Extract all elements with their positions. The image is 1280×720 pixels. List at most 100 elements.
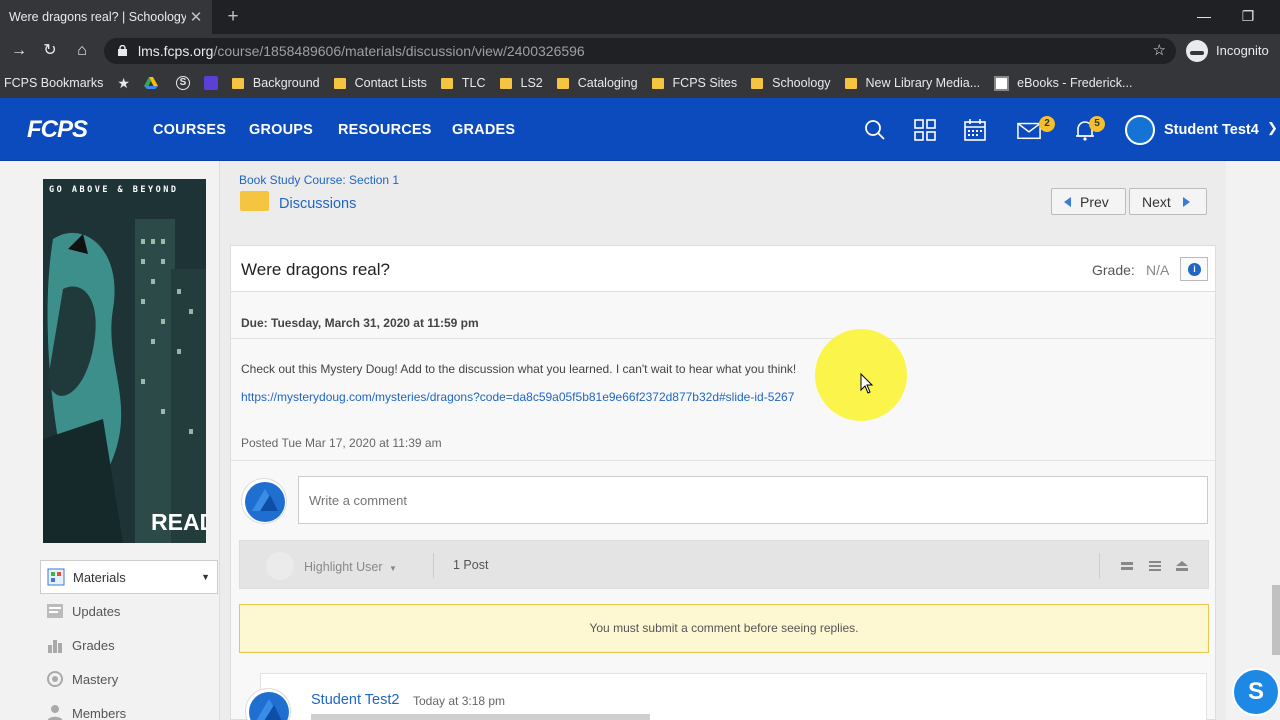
bookmark-background[interactable]: Background: [231, 76, 320, 90]
course-sidebar: Materials ▼ Updates Grades Mastery Membe…: [40, 560, 218, 720]
url-path: /course/1858489606/materials/discussion/…: [213, 43, 585, 59]
reply-author[interactable]: Student Test2: [311, 692, 399, 708]
mail-badge: 2: [1039, 116, 1055, 132]
bookmark-ls2[interactable]: LS2: [499, 76, 543, 90]
due-date: Due: Tuesday, March 31, 2020 at 11:59 pm: [241, 316, 479, 330]
bookmark-tlc[interactable]: TLC: [440, 76, 486, 90]
lock-icon: [118, 45, 127, 56]
main-content: Book Study Course: Section 1 Discussions…: [219, 161, 1226, 720]
avatar: [241, 478, 287, 524]
google-drive-icon[interactable]: [143, 76, 162, 90]
bookmark-star-icon[interactable]: ☆: [1153, 38, 1166, 64]
poster-read-text: READ: [151, 509, 206, 535]
star-icon[interactable]: ★: [117, 75, 130, 92]
arrow-right-icon: [1182, 196, 1190, 207]
schoology-s-icon[interactable]: S: [175, 76, 190, 90]
highlight-user-dropdown[interactable]: Highlight User ▼: [304, 560, 397, 574]
nav-courses[interactable]: COURSES: [153, 122, 226, 138]
comment-input[interactable]: [298, 476, 1208, 524]
sidebar-item-label: Mastery: [72, 671, 119, 687]
grades-icon: [48, 640, 62, 653]
nav-grades[interactable]: GRADES: [452, 122, 515, 138]
poster-top-text: GO ABOVE & BEYOND: [49, 185, 179, 195]
incognito-badge[interactable]: Incognito: [1186, 40, 1269, 62]
sidebar-item-label: Materials: [73, 569, 126, 585]
minimize-icon[interactable]: —: [1186, 6, 1222, 26]
nav-resources[interactable]: RESOURCES: [338, 122, 432, 138]
incognito-label: Incognito: [1216, 43, 1269, 58]
app-icon[interactable]: [203, 76, 218, 90]
incognito-icon: [1186, 40, 1208, 62]
discussion-card: Were dragons real? Grade: N/A i Due: Tue…: [230, 245, 1217, 720]
caret-down-icon: ▼: [389, 564, 397, 573]
sidebar-item-mastery[interactable]: Mastery: [40, 662, 218, 696]
next-button[interactable]: Next: [1129, 188, 1207, 215]
collapsed-view-icon[interactable]: [1121, 561, 1133, 571]
page-scrollbar[interactable]: [1272, 585, 1280, 655]
post-count: 1 Post: [453, 558, 489, 572]
list-view-icon[interactable]: [1149, 561, 1161, 571]
forward-icon[interactable]: →: [8, 41, 30, 61]
search-icon[interactable]: [863, 118, 887, 142]
materials-icon: [47, 568, 65, 586]
discussion-body: Check out this Mystery Doug! Add to the …: [241, 362, 797, 376]
bookmark-new-library-media[interactable]: New Library Media...: [844, 76, 980, 90]
bookmark-schoology[interactable]: Schoology: [751, 76, 831, 90]
folder-icon: [499, 77, 512, 89]
folder-icon: [440, 77, 453, 89]
reply-time: Today at 3:18 pm: [413, 694, 506, 708]
course-poster-image: GO ABOVE & BEYOND READ: [43, 179, 206, 543]
url-host: lms.fcps.org: [138, 43, 214, 59]
apps-grid-icon[interactable]: [913, 118, 937, 142]
address-bar[interactable]: lms.fcps.org/course/1858489606/materials…: [104, 38, 1176, 64]
chevron-down-icon[interactable]: ❯: [1267, 120, 1278, 136]
browser-tab[interactable]: Were dragons real? | Schoology ✕: [0, 0, 212, 34]
new-tab-icon[interactable]: +: [222, 6, 244, 28]
reload-icon[interactable]: ↻: [39, 41, 61, 61]
bookmark-contact-lists[interactable]: Contact Lists: [333, 76, 427, 90]
schoology-help-button[interactable]: S: [1232, 668, 1280, 716]
mastery-icon: [47, 671, 63, 687]
notification-badge: 5: [1089, 116, 1105, 132]
nav-groups[interactable]: GROUPS: [249, 122, 313, 138]
sidebar-item-updates[interactable]: Updates: [40, 594, 218, 628]
folder-icon: [751, 77, 764, 89]
mystery-doug-link[interactable]: https://mysterydoug.com/mysteries/dragon…: [241, 390, 794, 404]
user-avatar[interactable]: [1125, 115, 1155, 145]
folder-icon: [844, 77, 857, 89]
divider: [433, 553, 434, 578]
expand-view-icon[interactable]: [1176, 561, 1188, 571]
divider: [1099, 553, 1100, 578]
discussion-toolbar: Highlight User ▼ 1 Post: [239, 540, 1209, 589]
info-button[interactable]: i: [1180, 257, 1208, 281]
user-name[interactable]: Student Test4: [1164, 122, 1259, 138]
fcps-logo[interactable]: FCPS: [27, 116, 88, 144]
avatar[interactable]: [245, 688, 291, 720]
bookmark-ebooks[interactable]: eBooks - Frederick...: [994, 75, 1132, 91]
caret-down-icon: ▼: [201, 572, 210, 582]
prev-button[interactable]: Prev: [1051, 188, 1126, 215]
browser-toolbar: → ↻ ⌂ lms.fcps.org/course/1858489606/mat…: [0, 34, 1280, 68]
folder-title[interactable]: Discussions: [279, 196, 356, 212]
folder-icon: [231, 77, 244, 89]
breadcrumb[interactable]: Book Study Course: Section 1: [239, 173, 399, 187]
info-icon: i: [1188, 263, 1201, 276]
sidebar-item-materials[interactable]: Materials ▼: [40, 560, 218, 594]
arrow-left-icon: [1064, 196, 1071, 207]
bookmark-fcps[interactable]: FCPS Bookmarks: [4, 76, 103, 90]
mail-icon[interactable]: [1017, 118, 1041, 142]
sidebar-item-grades[interactable]: Grades: [40, 628, 218, 662]
sidebar-item-label: Updates: [72, 603, 121, 619]
mouse-cursor-icon: [860, 373, 874, 394]
calendar-icon[interactable]: [963, 118, 987, 142]
sidebar-item-members[interactable]: Members: [40, 696, 218, 720]
restore-icon[interactable]: ❐: [1230, 6, 1266, 26]
divider: [231, 460, 1217, 461]
bookmark-cataloging[interactable]: Cataloging: [556, 76, 638, 90]
batman-poster-art: [43, 179, 206, 543]
home-icon[interactable]: ⌂: [71, 41, 93, 61]
close-tab-icon[interactable]: ✕: [186, 8, 206, 26]
reply-notice: You must submit a comment before seeing …: [239, 604, 1209, 653]
bookmark-fcps-sites[interactable]: FCPS Sites: [651, 76, 737, 90]
reply-content-placeholder: [311, 714, 650, 720]
